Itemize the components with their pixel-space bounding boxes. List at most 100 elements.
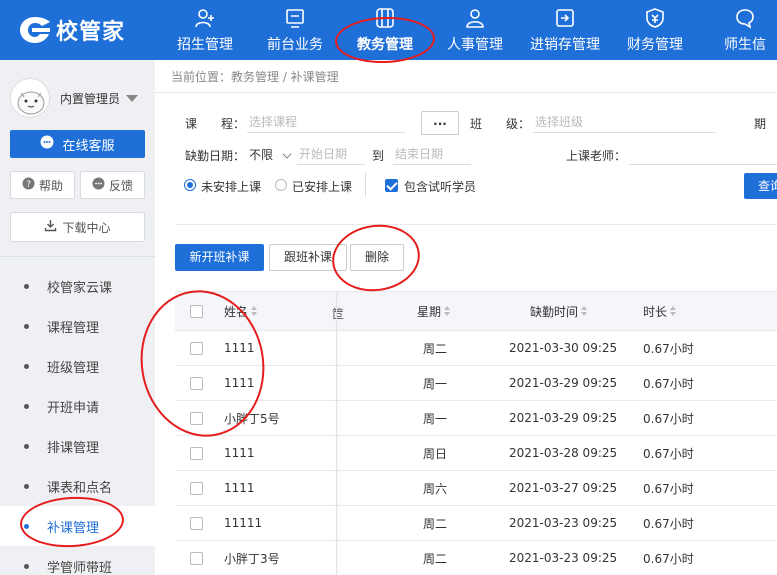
main-nav: 招生管理 前台业务 教务管理 人事管理 进销存管理 财务管理 师生信 [160, 0, 777, 60]
feedback-button[interactable]: 反馈 [80, 171, 145, 199]
header-absence-time-label: 缺勤时间 [530, 304, 579, 319]
chevron-down-icon [282, 149, 292, 159]
cell-weekday: 周日 [423, 446, 448, 461]
breadcrumb: 当前位置：教务管理 / 补课管理 [171, 70, 339, 84]
header-duration[interactable]: 时长 [643, 292, 677, 330]
radio-unarranged[interactable] [184, 179, 196, 191]
table-row[interactable]: 1111 周六 2021-03-27 09:25 0.67小时 [175, 471, 777, 506]
cell-absence-time: 2021-03-27 09:25 [509, 481, 618, 495]
course-picker-button[interactable]: ... [421, 111, 459, 135]
user-name: 内置管理员 [60, 91, 121, 106]
svg-text:?: ? [26, 180, 31, 190]
money-shield-icon [610, 6, 700, 30]
sidebar-item-label: 班级管理 [47, 360, 100, 376]
sidebar-item-cloud-class[interactable]: 校管家云课 [0, 266, 155, 306]
sidebar-item-class-management[interactable]: 班级管理 [0, 346, 155, 386]
sidebar-item-course-management[interactable]: 课程管理 [0, 306, 155, 346]
nav-label: 进销存管理 [530, 37, 600, 53]
radio-arranged-label: 已安排上课 [292, 180, 353, 194]
table-row[interactable]: 小胖丁3号 周二 2021-03-23 09:25 0.67小时 [175, 541, 777, 575]
sidebar-item-label: 开班申请 [47, 400, 100, 416]
sort-icon [581, 306, 588, 316]
cell-name: 小胖丁5号 [224, 411, 280, 426]
nav-item-academic[interactable]: 教务管理 [340, 0, 430, 60]
radio-arranged[interactable] [275, 179, 287, 191]
end-date-input[interactable]: 结束日期 [393, 143, 471, 165]
nav-label: 前台业务 [267, 37, 323, 53]
new-class-makeup-button[interactable]: 新开班补课 [175, 244, 264, 271]
bullet-icon [24, 483, 29, 489]
select-all-checkbox[interactable] [190, 304, 203, 318]
row-checkbox[interactable] [190, 376, 203, 390]
cell-duration: 0.67小时 [643, 481, 694, 496]
table-row[interactable]: 1111 周二 2021-03-30 09:25 0.67小时 [175, 331, 777, 366]
start-date-input[interactable]: 开始日期 [297, 143, 365, 165]
bullet-icon [24, 403, 29, 409]
include-trial-checkbox[interactable] [385, 179, 398, 192]
feedback-label: 反馈 [108, 178, 133, 193]
feedback-icon [92, 177, 105, 193]
sidebar-item-scheduling[interactable]: 排课管理 [0, 426, 155, 466]
nav-item-finance[interactable]: 财务管理 [610, 0, 700, 60]
table-row[interactable]: 小胖丁5号 周一 2021-03-29 09:25 0.67小时 [175, 401, 777, 436]
table-row[interactable]: 1111 周一 2021-03-29 09:25 0.67小时 [175, 366, 777, 401]
cell-name: 1111 [224, 481, 255, 495]
row-checkbox[interactable] [190, 411, 203, 425]
nav-item-messages[interactable]: 师生信 [700, 0, 777, 60]
header-hidden-fragment: 笸 [332, 307, 345, 321]
row-checkbox[interactable] [190, 516, 203, 530]
cell-absence-time: 2021-03-23 09:25 [509, 516, 618, 530]
table-row[interactable]: 1111 周日 2021-03-28 09:25 0.67小时 [175, 436, 777, 471]
header-duration-label: 时长 [643, 304, 668, 319]
sidebar-item-label: 校管家云课 [47, 280, 113, 296]
sidebar-item-timetable-roll-call[interactable]: 课表和点名 [0, 466, 155, 506]
online-service-button[interactable]: 在线客服 [10, 130, 145, 158]
follow-class-makeup-button[interactable]: 跟班补课 [269, 244, 347, 271]
absence-range-select[interactable]: 不限 [249, 146, 273, 163]
monitor-icon [250, 6, 340, 30]
header-weekday[interactable]: 星期 [417, 292, 451, 330]
class-input[interactable]: 选择班级 [533, 111, 716, 133]
sidebar-item-makeup-management[interactable]: 补课管理 [0, 506, 155, 546]
cell-weekday: 周二 [423, 341, 448, 356]
header-name[interactable]: 姓名 [224, 292, 258, 330]
help-button[interactable]: ? 帮助 [10, 171, 75, 199]
teacher-input[interactable] [629, 143, 777, 165]
user-menu[interactable]: 内置管理员 [10, 78, 139, 118]
course-input[interactable]: 选择课程 [247, 111, 405, 133]
cell-absence-time: 2021-03-23 09:25 [509, 551, 618, 565]
cell-name: 小胖丁3号 [224, 551, 280, 566]
radio-unarranged-label: 未安排上课 [201, 180, 262, 194]
sidebar-item-tutor-class[interactable]: 学管师带班 [0, 546, 155, 575]
sidebar-item-class-application[interactable]: 开班申请 [0, 386, 155, 426]
bullet-icon [24, 283, 29, 289]
person-icon [430, 6, 520, 30]
row-checkbox[interactable] [190, 341, 203, 355]
cell-absence-time: 2021-03-29 09:25 [509, 411, 618, 425]
delete-button[interactable]: 删除 [350, 244, 404, 271]
cell-duration: 0.67小时 [643, 446, 694, 461]
sort-icon [251, 306, 258, 316]
nav-item-hr[interactable]: 人事管理 [430, 0, 520, 60]
nav-label: 财务管理 [627, 37, 683, 53]
nav-item-inventory[interactable]: 进销存管理 [520, 0, 610, 60]
header-absence-time[interactable]: 缺勤时间 [530, 292, 588, 330]
logo[interactable]: 校管家 [18, 14, 125, 46]
download-center-button[interactable]: 下载中心 [10, 212, 145, 242]
sidebar-menu: 校管家云课 课程管理 班级管理 开班申请 排课管理 课表和点名 补课管理 学管师… [0, 266, 155, 575]
row-checkbox[interactable] [190, 551, 203, 565]
row-checkbox[interactable] [190, 481, 203, 495]
logo-icon [18, 15, 52, 45]
sort-icon [444, 306, 451, 316]
table-row[interactable]: 11111 周二 2021-03-23 09:25 0.67小时 [175, 506, 777, 541]
cell-absence-time: 2021-03-30 09:25 [509, 341, 618, 355]
cell-duration: 0.67小时 [643, 516, 694, 531]
main-content: 当前位置：教务管理 / 补课管理 课 程： 选择课程 ... 班 级： 选择班级… [155, 60, 777, 575]
nav-item-enrollment[interactable]: 招生管理 [160, 0, 250, 60]
top-bar: 校管家 招生管理 前台业务 教务管理 人事管理 进销存管理 财务管理 师生信 [0, 0, 777, 60]
online-service-label: 在线客服 [62, 138, 115, 154]
book-icon [340, 6, 430, 30]
nav-item-front-desk[interactable]: 前台业务 [250, 0, 340, 60]
search-button[interactable]: 查询 [744, 173, 777, 199]
row-checkbox[interactable] [190, 446, 203, 460]
